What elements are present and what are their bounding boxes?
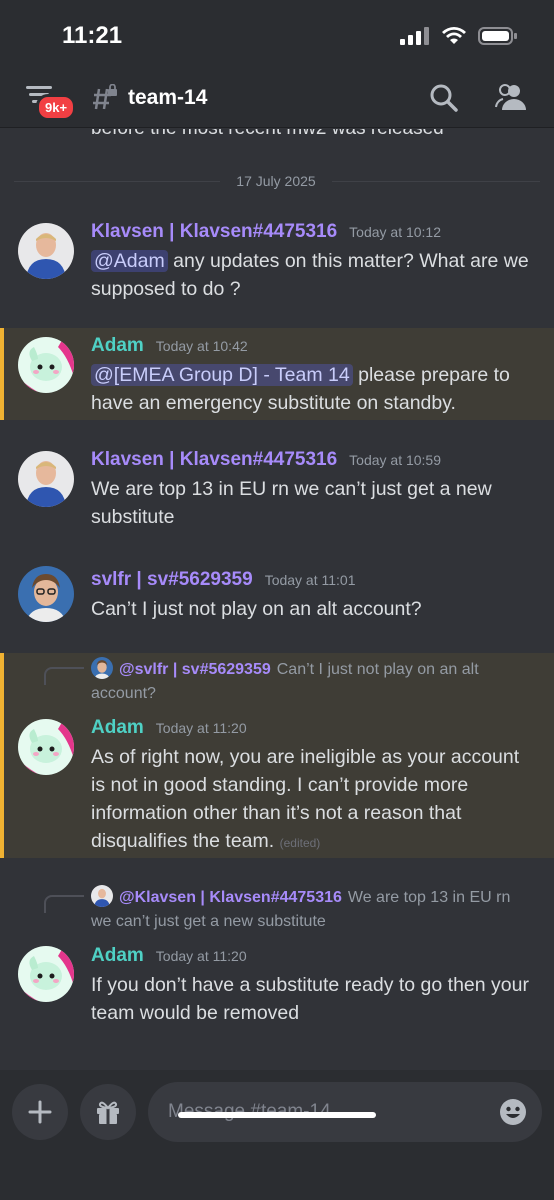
hash-lock-icon	[93, 83, 117, 110]
message-highlighted[interactable]: @svlfr | sv#5629359 Can’t I just not play…	[0, 653, 554, 858]
reply-avatar	[91, 885, 113, 907]
avatar-klavsen-icon	[18, 451, 74, 507]
message-composer	[0, 1070, 554, 1200]
avatar[interactable]	[18, 946, 74, 1002]
message[interactable]: Klavsen | Klavsen#4475316 Today at 10:59…	[0, 445, 554, 535]
reply-author[interactable]: @Klavsen | Klavsen#4475316	[119, 889, 342, 906]
message-content: As of right now, you are ineligible as y…	[91, 746, 520, 852]
message-content: Can’t I just not play on an alt account?	[91, 598, 422, 620]
avatar[interactable]	[18, 719, 74, 775]
message[interactable]: @Klavsen | Klavsen#4475316 We are top 13 …	[0, 881, 554, 1031]
message-content: @Adam any updates on this matter? What a…	[91, 250, 529, 300]
message-content: We are top 13 in EU rn we can’t just get…	[91, 478, 492, 528]
avatar-klavsen-icon	[91, 885, 113, 907]
attach-button[interactable]	[12, 1084, 68, 1140]
signal-icon	[400, 27, 429, 45]
message-author[interactable]: svlfr | sv#5629359	[91, 569, 253, 591]
avatar-klavsen-icon	[18, 223, 74, 279]
message[interactable]: Klavsen | Klavsen#4475316 Today at 10:12…	[0, 217, 554, 300]
channel-type	[92, 83, 118, 112]
battery-icon	[478, 27, 517, 45]
gift-button[interactable]	[80, 1084, 136, 1140]
edited-label: (edited)	[279, 836, 321, 850]
avatar-adam-icon	[18, 337, 74, 393]
message-timestamp: Today at 10:59	[349, 452, 442, 468]
avatar-svlfr-icon	[18, 566, 74, 622]
status-bar: 11:21	[0, 0, 554, 70]
avatar-adam-icon	[18, 719, 74, 775]
notification-badge: 9k+	[36, 94, 77, 121]
message-author[interactable]: Adam	[91, 717, 144, 739]
members-icon	[495, 84, 526, 110]
reply-connector	[44, 667, 84, 685]
message-timestamp: Today at 11:20	[155, 948, 247, 964]
plus-icon	[28, 1100, 52, 1124]
message-author[interactable]: Klavsen | Klavsen#4475316	[91, 449, 337, 471]
home-indicator	[178, 1112, 376, 1118]
message-author[interactable]: Adam	[91, 945, 144, 967]
members-button[interactable]	[494, 82, 528, 114]
message-timestamp: Today at 10:42	[155, 338, 248, 354]
status-icons	[400, 26, 518, 46]
gift-icon	[97, 1101, 119, 1124]
reply-connector	[44, 895, 84, 913]
message-timestamp: Today at 10:12	[349, 224, 442, 240]
emoji-icon	[500, 1099, 526, 1125]
status-time: 11:21	[62, 22, 123, 49]
reply-author[interactable]: @svlfr | sv#5629359	[119, 661, 271, 678]
channel-header: 9k+ team-14	[0, 70, 554, 128]
message-author[interactable]: Adam	[91, 335, 144, 357]
reply-preview[interactable]: @svlfr | sv#5629359 Can’t I just not play…	[91, 657, 531, 706]
clipped-message: before the most recent mw2 was released	[91, 129, 444, 140]
date-divider: 17 July 2025	[14, 170, 540, 192]
message-timestamp: Today at 11:01	[264, 572, 356, 588]
avatar[interactable]	[18, 337, 74, 393]
avatar[interactable]	[18, 223, 74, 279]
search-button[interactable]	[428, 82, 460, 114]
message-author[interactable]: Klavsen | Klavsen#4475316	[91, 221, 337, 243]
message-content: If you don’t have a substitute ready to …	[91, 974, 529, 1024]
wifi-icon	[442, 27, 466, 44]
message-list[interactable]: before the most recent mw2 was released …	[0, 129, 554, 1069]
message-timestamp: Today at 11:20	[155, 720, 247, 736]
message-highlighted[interactable]: Adam Today at 10:42 @[EMEA Group D] - Te…	[0, 328, 554, 420]
date-label: 17 July 2025	[236, 173, 316, 189]
avatar-adam-icon	[18, 946, 74, 1002]
reply-avatar	[91, 657, 113, 679]
avatar[interactable]	[18, 566, 74, 622]
channel-name[interactable]: team-14	[128, 86, 207, 110]
role-mention[interactable]: @[EMEA Group D] - Team 14	[91, 364, 353, 386]
message[interactable]: svlfr | sv#5629359 Today at 11:01 Can’t …	[0, 565, 554, 635]
avatar[interactable]	[18, 451, 74, 507]
user-mention[interactable]: @Adam	[91, 250, 168, 272]
search-icon	[430, 84, 458, 112]
emoji-button[interactable]	[498, 1097, 528, 1127]
avatar-svlfr-icon	[91, 657, 113, 679]
reply-preview[interactable]: @Klavsen | Klavsen#4475316 We are top 13 …	[91, 885, 531, 934]
message-content: @[EMEA Group D] - Team 14 please prepare…	[91, 364, 510, 414]
